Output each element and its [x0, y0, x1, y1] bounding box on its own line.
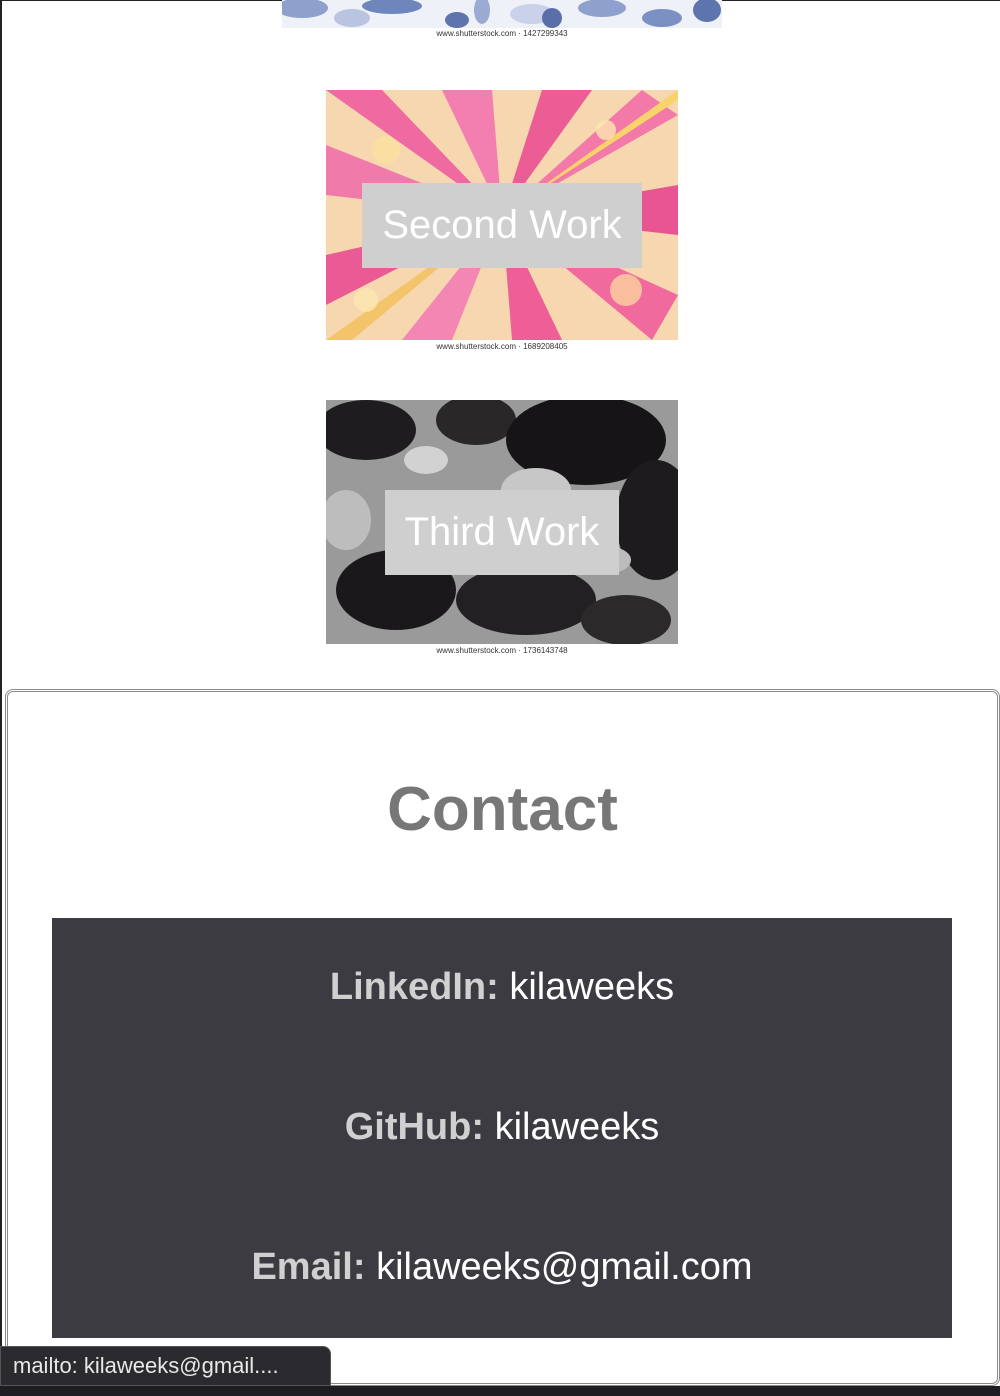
- third-work-caption: www.shutterstock.com · 1736143748: [436, 646, 568, 655]
- github-row: GitHub: kilaweeks: [52, 1106, 952, 1149]
- first-work-caption: www.shutterstock.com · 1427299343: [436, 29, 568, 38]
- first-work-image[interactable]: [282, 0, 722, 28]
- second-work-label[interactable]: Second Work: [362, 183, 642, 268]
- link-status-bar: mailto: kilaweeks@gmail....: [0, 1346, 331, 1386]
- linkedin-link[interactable]: kilaweeks: [509, 966, 674, 1008]
- contact-title: Contact: [387, 775, 618, 844]
- email-link[interactable]: kilaweeks@gmail.com: [376, 1246, 752, 1288]
- linkedin-label: LinkedIn:: [329, 966, 499, 1008]
- github-label: GitHub:: [344, 1106, 484, 1148]
- contact-panel: LinkedIn: kilaweeks GitHub: kilaweeks Em…: [52, 918, 952, 1338]
- github-link[interactable]: kilaweeks: [495, 1106, 660, 1148]
- email-row: Email: kilaweeks@gmail.com: [52, 1246, 952, 1289]
- second-work-image[interactable]: Second Work: [326, 90, 678, 340]
- window-bottom-edge: [0, 1386, 1000, 1396]
- contact-section: Contact LinkedIn: kilaweeks GitHub: kila…: [5, 689, 1000, 1386]
- third-work-image[interactable]: Third Work: [326, 400, 678, 644]
- third-work-label[interactable]: Third Work: [385, 490, 619, 575]
- linkedin-row: LinkedIn: kilaweeks: [52, 966, 952, 1009]
- second-work-caption: www.shutterstock.com · 1689208405: [436, 342, 568, 351]
- email-label: Email:: [251, 1246, 366, 1288]
